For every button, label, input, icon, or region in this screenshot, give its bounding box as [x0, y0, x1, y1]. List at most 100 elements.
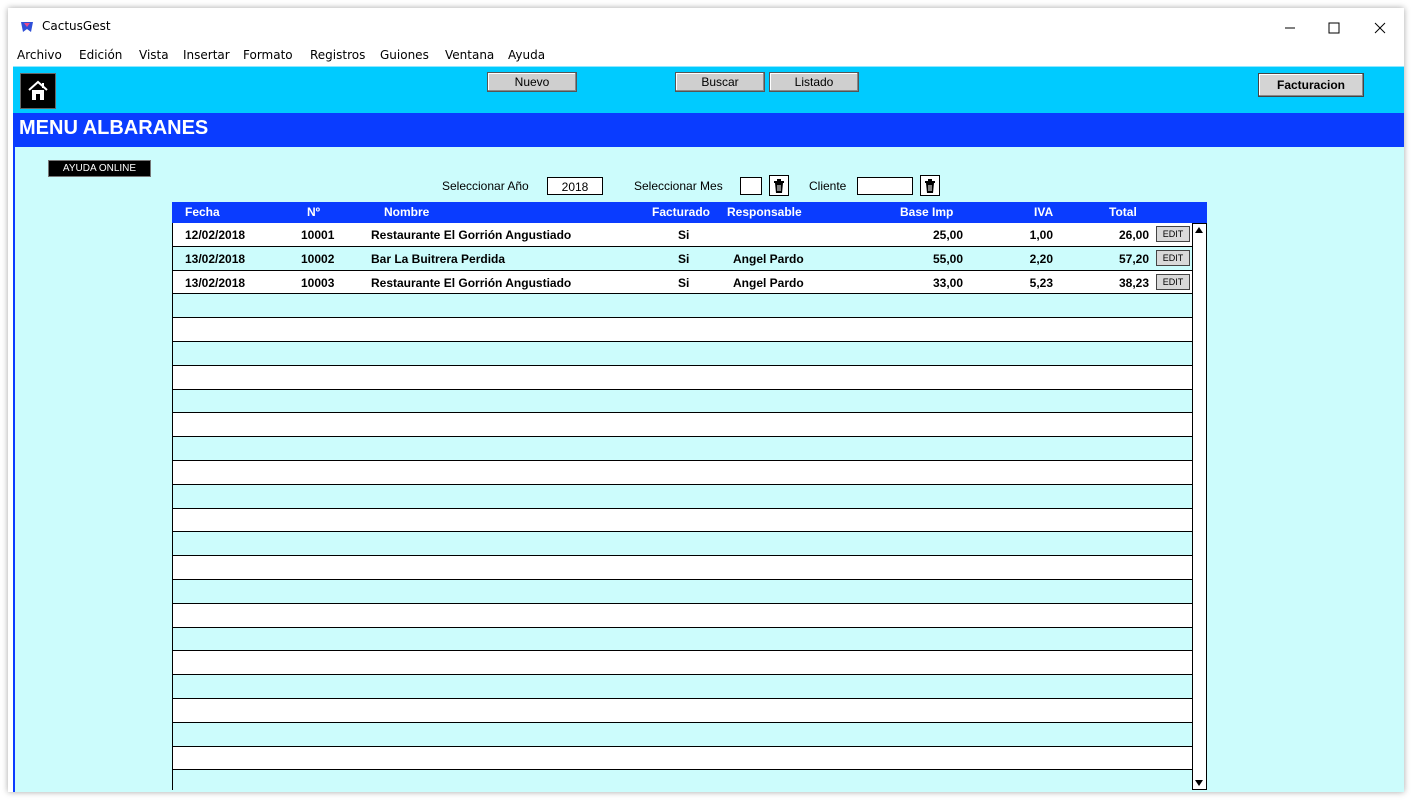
clear-month-button[interactable]	[769, 175, 789, 196]
cell-fecha: 12/02/2018	[185, 228, 246, 242]
client-label: Cliente	[809, 179, 847, 193]
cell-responsable: Angel Pardo	[733, 251, 804, 266]
toolbar: Nuevo Buscar Listado Facturacion	[13, 66, 1404, 114]
window-title: CactusGest	[42, 19, 111, 33]
cell-iva: 1,00	[1029, 228, 1053, 242]
facturacion-button[interactable]: Facturacion	[1258, 73, 1364, 97]
table-row	[173, 318, 1193, 342]
table-row	[173, 746, 1193, 771]
listado-button[interactable]: Listado	[769, 72, 859, 92]
cell-fecha: 13/02/2018	[185, 275, 246, 290]
trash-icon	[774, 178, 784, 193]
col-facturado[interactable]: Facturado	[652, 205, 710, 219]
menu-ayuda[interactable]: Ayuda	[508, 48, 545, 62]
table-header: Fecha Nº Nombre Facturado Responsable Ba…	[172, 202, 1207, 223]
title-bar: CactusGest	[8, 8, 1404, 46]
cell-num: 10002	[301, 251, 335, 266]
cell-num: 10003	[301, 275, 335, 290]
cell-nombre: Restaurante El Gorrión Angustiado	[371, 228, 572, 242]
cell-num: 10001	[301, 228, 335, 242]
cell-base: 33,00	[932, 275, 963, 290]
table-row[interactable]: 13/02/2018 10003 Restaurante El Gorrión An…	[173, 270, 1193, 295]
buscar-button[interactable]: Buscar	[675, 72, 765, 92]
cell-facturado: Si	[678, 228, 690, 242]
menu-bar: Archivo Edición Vista Insertar Formato R…	[8, 46, 1404, 66]
cell-total: 38,23	[1118, 275, 1149, 290]
table-body: 12/02/2018 10001 Restaurante El Gorrión An…	[172, 223, 1193, 790]
section-header: MENU ALBARANES	[13, 113, 1404, 147]
minimize-icon	[1285, 27, 1295, 29]
table-row	[173, 698, 1193, 723]
month-field[interactable]	[740, 177, 762, 195]
maximize-button[interactable]	[1312, 14, 1356, 42]
cell-nombre: Bar La Buitrera Perdida	[371, 251, 506, 266]
table-row	[173, 603, 1193, 628]
edit-button[interactable]: EDIT	[1156, 249, 1190, 266]
cell-facturado: Si	[678, 275, 690, 290]
table-row[interactable]: 13/02/2018 10002 Bar La Buitrera Perdida Si…	[173, 246, 1193, 271]
table-row	[173, 532, 1193, 557]
table-row	[173, 722, 1193, 747]
cell-base: 25,00	[932, 228, 963, 242]
table-row	[173, 294, 1193, 319]
cell-iva: 5,23	[1029, 275, 1053, 290]
cell-iva: 2,20	[1029, 251, 1053, 266]
col-total[interactable]: Total	[1109, 205, 1137, 219]
col-numero[interactable]: Nº	[307, 205, 320, 219]
col-responsable[interactable]: Responsable	[727, 205, 802, 219]
menu-ventana[interactable]: Ventana	[445, 48, 494, 62]
menu-registros[interactable]: Registros	[310, 48, 365, 62]
table-scrollbar[interactable]	[1192, 223, 1207, 790]
scroll-down-icon[interactable]	[1195, 780, 1203, 786]
month-label: Seleccionar Mes	[634, 179, 723, 193]
col-base-imp[interactable]: Base Imp	[900, 205, 953, 219]
edit-button[interactable]: EDIT	[1156, 226, 1190, 242]
cactusgest-logo-icon	[21, 22, 33, 32]
client-field[interactable]	[857, 177, 913, 195]
cell-base: 55,00	[932, 251, 963, 266]
close-icon	[1374, 22, 1386, 34]
table-row	[173, 627, 1193, 652]
app-window: CactusGest Archivo Edición Vista Inserta…	[8, 8, 1404, 792]
menu-insertar[interactable]: Insertar	[183, 48, 230, 62]
year-field[interactable]: 2018	[547, 177, 603, 195]
table-row	[173, 437, 1193, 461]
home-button[interactable]	[20, 73, 56, 109]
table-row	[173, 675, 1193, 699]
col-fecha[interactable]: Fecha	[185, 205, 220, 219]
cell-facturado: Si	[678, 251, 690, 266]
table-row	[173, 508, 1193, 533]
albaranes-table: Fecha Nº Nombre Facturado Responsable Ba…	[172, 202, 1207, 790]
clear-client-button[interactable]	[920, 175, 940, 196]
page-title: MENU ALBARANES	[19, 117, 209, 139]
scroll-up-icon[interactable]	[1195, 227, 1203, 233]
table-row	[173, 413, 1193, 438]
main-content: AYUDA ONLINE Seleccionar Año 2018 Selecc…	[13, 147, 1404, 792]
maximize-icon	[1328, 22, 1340, 34]
close-button[interactable]	[1358, 14, 1402, 42]
nuevo-button[interactable]: Nuevo	[487, 72, 577, 92]
table-row[interactable]: 12/02/2018 10001 Restaurante El Gorrión An…	[173, 223, 1193, 247]
home-icon	[28, 80, 48, 100]
edit-button[interactable]: EDIT	[1156, 273, 1190, 290]
menu-archivo[interactable]: Archivo	[17, 48, 62, 62]
menu-edicion[interactable]: Edición	[79, 48, 122, 62]
cell-nombre: Restaurante El Gorrión Angustiado	[371, 275, 572, 290]
table-row	[173, 365, 1193, 390]
menu-vista[interactable]: Vista	[139, 48, 169, 62]
table-row	[173, 651, 1193, 676]
cell-fecha: 13/02/2018	[185, 251, 246, 266]
table-row	[173, 460, 1193, 485]
menu-formato[interactable]: Formato	[243, 48, 293, 62]
col-iva[interactable]: IVA	[1034, 205, 1053, 219]
menu-guiones[interactable]: Guiones	[380, 48, 429, 62]
col-nombre[interactable]: Nombre	[384, 205, 429, 219]
minimize-button[interactable]	[1268, 14, 1312, 42]
table-row	[173, 389, 1193, 414]
year-label: Seleccionar Año	[442, 179, 529, 193]
ayuda-online-button[interactable]: AYUDA ONLINE	[48, 160, 151, 177]
table-row	[173, 484, 1193, 509]
table-row	[173, 556, 1193, 580]
cell-total: 26,00	[1118, 228, 1149, 242]
trash-icon	[925, 178, 935, 193]
